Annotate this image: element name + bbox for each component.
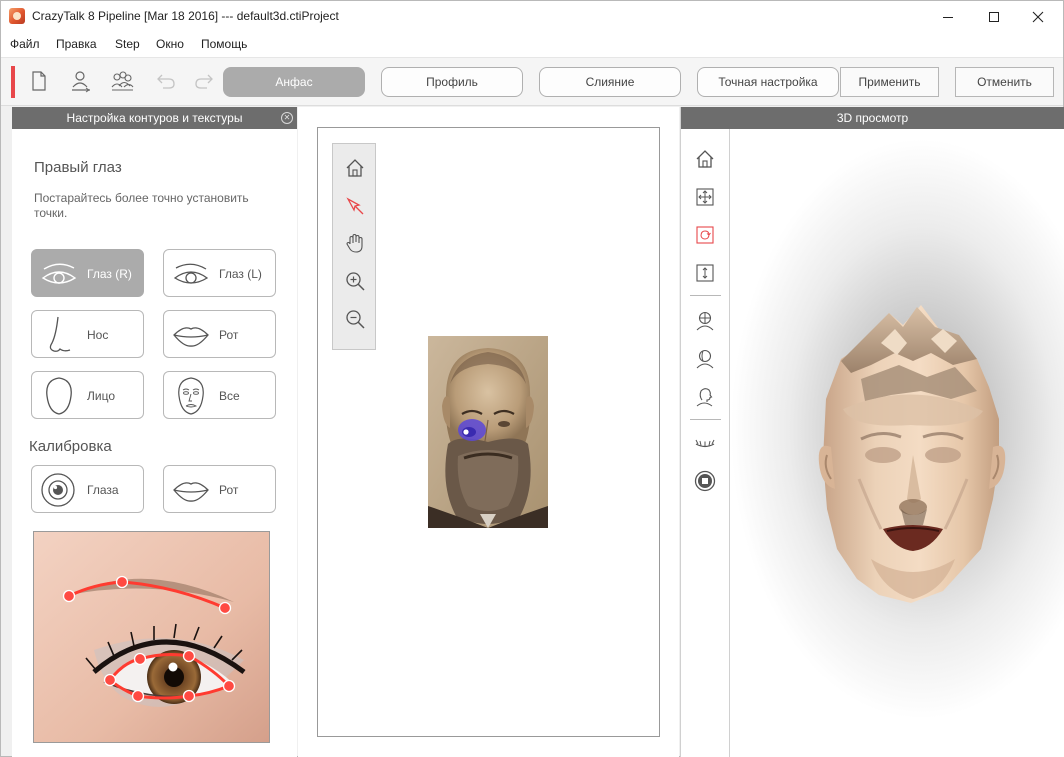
head-three-quarter-icon[interactable] [693, 347, 717, 371]
mouth-icon [173, 327, 209, 347]
maximize-icon[interactable] [971, 1, 1017, 32]
select-arrow-icon[interactable] [343, 194, 367, 218]
preview-3d-title: 3D просмотр [836, 111, 909, 125]
photo-canvas[interactable] [317, 127, 660, 737]
hint-text: Постарайтесь более точно установить точк… [34, 191, 249, 220]
step-merge-button[interactable]: Слияние [539, 67, 681, 97]
panel-close-icon[interactable]: ✕ [281, 112, 293, 124]
title-bar: CrazyTalk 8 Pipeline [Mar 18 2016] --- d… [1, 1, 1063, 32]
view-tools [332, 143, 376, 350]
tools-divider [690, 295, 721, 296]
pan-hand-icon[interactable] [343, 231, 367, 255]
menu-help[interactable]: Помощь [201, 37, 247, 51]
menu-file[interactable]: Файл [10, 37, 40, 51]
head-front-icon[interactable] [693, 309, 717, 333]
preview-3d-header: 3D просмотр [681, 107, 1064, 129]
feature-nose-button[interactable]: Нос [31, 310, 144, 358]
feature-face-label: Лицо [87, 389, 115, 403]
feature-eye-left-button[interactable]: Глаз (L) [163, 249, 276, 297]
face-photo [428, 336, 548, 528]
nose-icon [49, 316, 71, 352]
preview-tools [681, 129, 730, 757]
new-file-icon[interactable] [26, 68, 52, 94]
step-profile-button[interactable]: Профиль [381, 67, 523, 97]
feature-face-button[interactable]: Лицо [31, 371, 144, 419]
tools-divider-2 [690, 419, 721, 420]
section-title: Правый глаз [34, 159, 122, 176]
zoom-vertical-icon[interactable] [693, 261, 717, 285]
feature-nose-label: Нос [87, 328, 109, 342]
calibration-title: Калибровка [29, 438, 112, 455]
menu-edit[interactable]: Правка [56, 37, 97, 51]
eyelashes-icon[interactable] [693, 431, 717, 455]
calibrate-eyes-label: Глаза [87, 483, 119, 497]
cancel-button[interactable]: Отменить [955, 67, 1054, 97]
zoom-in-icon[interactable] [343, 269, 367, 293]
face-outline-icon [46, 377, 72, 415]
minimize-icon[interactable] [925, 1, 971, 32]
home-icon[interactable] [693, 147, 717, 171]
single-person-icon[interactable] [68, 68, 94, 94]
move-icon[interactable] [693, 185, 717, 209]
feature-mouth-label: Рот [219, 328, 239, 342]
home-icon[interactable] [343, 156, 367, 180]
center-workspace [298, 107, 679, 757]
toolbar: Анфас Профиль Слияние Точная настройка П… [1, 58, 1063, 106]
menu-step[interactable]: Step [115, 37, 140, 51]
eye-calibration-icon [41, 473, 75, 507]
head-model [818, 305, 1006, 603]
eye-right-icon [41, 263, 77, 284]
menu-bar: Файл Правка Step Окно Помощь [1, 32, 1063, 58]
feature-eye-right-button[interactable]: Глаз (R) [31, 249, 144, 297]
calibrate-mouth-button[interactable]: Рот [163, 465, 276, 513]
rotate-icon[interactable] [693, 223, 717, 247]
feature-all-label: Все [219, 389, 240, 403]
mouth-calibration-icon [173, 482, 209, 502]
contour-panel: Настройка контуров и текстуры ✕ Правый г… [12, 107, 297, 757]
redo-icon[interactable] [192, 68, 218, 94]
app-logo-icon [9, 8, 25, 24]
step-front-button[interactable]: Анфас [223, 67, 365, 97]
app-window: CrazyTalk 8 Pipeline [Mar 18 2016] --- d… [0, 0, 1064, 757]
calibrate-eyes-button[interactable]: Глаза [31, 465, 144, 513]
step-fine-tune-button[interactable]: Точная настройка [697, 67, 839, 97]
feature-eye-right-label: Глаз (R) [87, 267, 132, 281]
head-side-icon[interactable] [693, 385, 717, 409]
panel-title: Настройка контуров и текстуры [66, 111, 243, 125]
preview-3d-panel: 3D просмотр [680, 107, 1064, 757]
feature-mouth-button[interactable]: Рот [163, 310, 276, 358]
panel-header: Настройка контуров и текстуры ✕ [12, 107, 297, 129]
apply-button[interactable]: Применить [840, 67, 939, 97]
close-icon[interactable] [1015, 1, 1061, 32]
feature-eye-left-label: Глаз (L) [219, 267, 262, 281]
eye-guide-image [33, 531, 270, 743]
calibrate-mouth-label: Рот [219, 483, 239, 497]
zoom-out-icon[interactable] [343, 307, 367, 331]
record-stop-icon[interactable] [693, 469, 717, 493]
eye-left-icon [173, 263, 209, 284]
viewport-3d[interactable] [731, 129, 1064, 757]
menu-window[interactable]: Окно [156, 37, 184, 51]
group-icon[interactable] [109, 68, 135, 94]
feature-all-button[interactable]: Все [163, 371, 276, 419]
accent-bar [11, 66, 15, 98]
window-title: CrazyTalk 8 Pipeline [Mar 18 2016] --- d… [32, 9, 339, 23]
full-face-icon [178, 377, 204, 415]
undo-icon[interactable] [152, 68, 178, 94]
